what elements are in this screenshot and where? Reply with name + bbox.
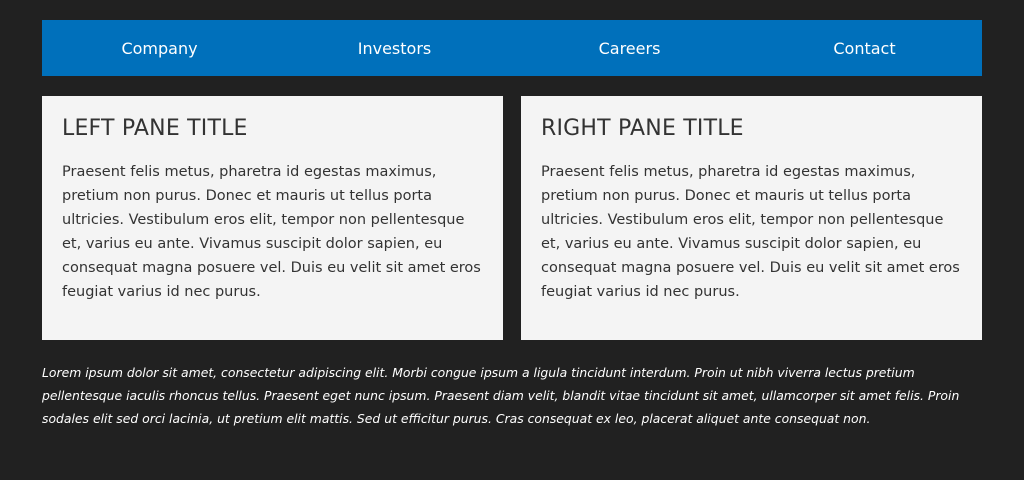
- nav-link-careers[interactable]: Careers: [512, 20, 747, 76]
- left-pane: LEFT PANE TITLE Praesent felis metus, ph…: [42, 96, 503, 340]
- panes-row: LEFT PANE TITLE Praesent felis metus, ph…: [42, 96, 982, 340]
- footer-text: Lorem ipsum dolor sit amet, consectetur …: [42, 365, 960, 426]
- left-pane-title: LEFT PANE TITLE: [62, 116, 248, 141]
- right-pane-body: Praesent felis metus, pharetra id egesta…: [541, 164, 960, 300]
- nav-link-company[interactable]: Company: [42, 20, 277, 76]
- right-pane: RIGHT PANE TITLE Praesent felis metus, p…: [521, 96, 982, 340]
- page: Company Investors Careers Contact LEFT P…: [0, 0, 1024, 480]
- nav-link-contact[interactable]: Contact: [747, 20, 982, 76]
- nav-link-investors[interactable]: Investors: [277, 20, 512, 76]
- top-nav: Company Investors Careers Contact: [42, 20, 982, 76]
- left-pane-body: Praesent felis metus, pharetra id egesta…: [62, 164, 481, 300]
- right-pane-title: RIGHT PANE TITLE: [541, 116, 744, 141]
